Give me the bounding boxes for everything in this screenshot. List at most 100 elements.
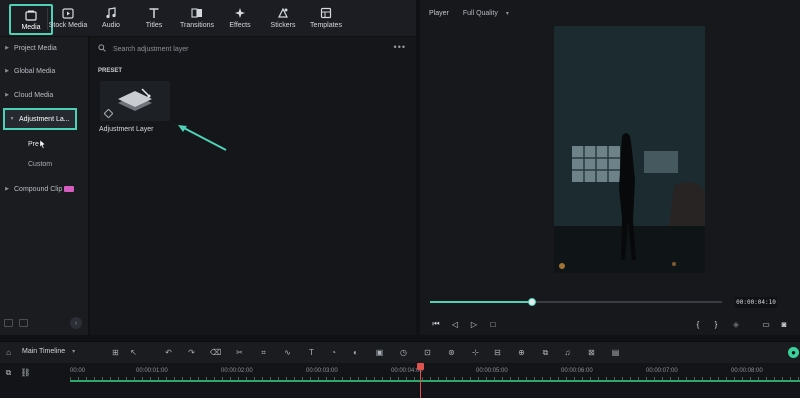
- scissors-icon[interactable]: ✂: [234, 347, 245, 358]
- stabilize-icon[interactable]: ⊛: [446, 347, 457, 358]
- ruler-label: 00:00:08:00: [731, 368, 763, 374]
- link-icon[interactable]: ⛓: [20, 367, 31, 378]
- tab-titles[interactable]: Titles: [132, 4, 176, 34]
- render-status-line: [70, 380, 800, 382]
- media-toolbar: Media Stock Media Audio Titles Transitio…: [0, 0, 416, 37]
- music-note-icon: [105, 7, 117, 19]
- play-reverse-button[interactable]: ◁: [449, 318, 461, 330]
- timeline-name[interactable]: Main Timeline ▾: [22, 348, 75, 355]
- sparkle-icon: [234, 7, 246, 19]
- display-settings-icon[interactable]: ▭: [760, 318, 772, 330]
- screen-icon[interactable]: ▤: [610, 347, 621, 358]
- tab-transitions[interactable]: Transitions: [175, 4, 219, 34]
- mark-out-button[interactable]: }: [710, 318, 722, 330]
- folder-icon[interactable]: [19, 319, 28, 327]
- ruler-label: 00:00: [70, 368, 86, 374]
- caret-right-icon: ▶: [5, 92, 9, 98]
- new-folder-icon[interactable]: [4, 319, 13, 327]
- tab-audio[interactable]: Audio: [89, 4, 133, 34]
- play-button[interactable]: ▷: [468, 318, 480, 330]
- media-content-panel: Search adjustment layer ••• PRESET Adjus…: [90, 37, 416, 335]
- text-icon[interactable]: T: [306, 347, 317, 358]
- ruler-label: 00:00:05:00: [476, 368, 508, 374]
- snapshot-icon[interactable]: ◈: [730, 318, 742, 330]
- tab-templates[interactable]: Templates: [304, 4, 348, 34]
- asset-label: Adjustment Layer: [99, 126, 154, 133]
- tab-stock-media-label: Stock Media: [48, 22, 88, 29]
- crop-icon[interactable]: ⌗: [258, 347, 269, 358]
- stop-button[interactable]: □: [487, 318, 499, 330]
- transitions-icon: [191, 7, 203, 19]
- tab-stickers[interactable]: Stickers: [261, 4, 305, 34]
- video-preview[interactable]: [554, 26, 705, 273]
- timer-icon[interactable]: ◷: [398, 347, 409, 358]
- fx-icon[interactable]: ⊠: [586, 347, 597, 358]
- tab-templates-label: Templates: [310, 22, 342, 29]
- sidebar-item-cloud-media[interactable]: ▶ Cloud Media: [0, 84, 80, 106]
- sidebar-subitem-preset[interactable]: Pre: [28, 139, 47, 149]
- redo-icon[interactable]: ↷: [186, 347, 197, 358]
- sidebar-item-adjustment-layer[interactable]: ▼ Adjustment La...: [3, 108, 77, 130]
- grid-icon[interactable]: ⊞: [110, 347, 121, 358]
- delete-icon[interactable]: ⌫: [210, 347, 221, 358]
- tab-titles-label: Titles: [145, 22, 163, 29]
- collapse-sidebar-button[interactable]: ‹: [70, 317, 82, 329]
- sidebar-item-compound-clip[interactable]: ▶ Compound Clip: [0, 178, 80, 200]
- tab-stock-media[interactable]: Stock Media: [46, 4, 90, 34]
- ruler-label: 00:00:06:00: [561, 368, 593, 374]
- speed-icon[interactable]: ◔: [328, 347, 339, 358]
- sidebar-item-label: Compound Clip: [14, 185, 63, 193]
- sidebar-subitem-custom[interactable]: Custom: [28, 161, 52, 168]
- undo-icon[interactable]: ↶: [163, 347, 174, 358]
- tab-stickers-label: Stickers: [270, 22, 296, 29]
- player-header: Player Full Quality ▾: [420, 0, 800, 26]
- split-icon[interactable]: ⊟: [492, 347, 503, 358]
- tab-audio-label: Audio: [102, 22, 120, 29]
- select-tool-icon[interactable]: ↖: [128, 347, 139, 358]
- ruler-label: 00:00:02:00: [221, 368, 253, 374]
- caret-right-icon: ▶: [5, 45, 9, 51]
- sidebar-item-label: Project Media: [14, 44, 57, 52]
- motion-track-icon[interactable]: ⊡: [422, 347, 433, 358]
- timeline-toolbar: ⌂ Main Timeline ▾ ⊞ ↖ ↶ ↷ ⌫ ✂ ⌗ ∿ T ◔ ◐ …: [0, 341, 800, 363]
- media-icon: [25, 9, 37, 21]
- track-manager-icon[interactable]: ⧉: [3, 367, 14, 378]
- sidebar-item-label: Global Media: [14, 67, 56, 75]
- playhead-handle[interactable]: [417, 363, 424, 370]
- section-label-preset: PRESET: [98, 68, 123, 74]
- player-panel: Player Full Quality ▾ 00:00:04:10 ⏮ ◁ ▷ …: [420, 0, 800, 335]
- quality-dropdown[interactable]: Full Quality ▾: [463, 10, 509, 17]
- adjustment-layer-thumbnail[interactable]: [100, 81, 170, 121]
- text-t-icon: [148, 7, 160, 19]
- color-icon[interactable]: ◐: [350, 347, 361, 358]
- render-toggle-icon[interactable]: ●: [788, 347, 799, 358]
- keyframe-icon[interactable]: ⊹: [470, 347, 481, 358]
- audio-wave-icon[interactable]: ∿: [282, 347, 293, 358]
- stock-media-icon: [62, 7, 74, 19]
- sidebar-item-label: Adjustment La...: [19, 115, 70, 123]
- video-frame: [554, 26, 705, 273]
- more-options-icon[interactable]: •••: [394, 42, 406, 52]
- timecode-display: 00:00:04:10: [735, 297, 777, 308]
- scene-icon[interactable]: ⧉: [540, 347, 551, 358]
- sidebar-item-project-media[interactable]: ▶ Project Media: [0, 37, 80, 59]
- sticker-icon: [277, 7, 289, 19]
- audio-icon[interactable]: ♫: [562, 347, 573, 358]
- chevron-down-icon: ▾: [72, 349, 76, 355]
- mask-icon[interactable]: ▣: [374, 347, 385, 358]
- tab-transitions-label: Transitions: [180, 22, 214, 29]
- mark-in-button[interactable]: {: [692, 318, 704, 330]
- search-icon: [98, 44, 108, 54]
- sidebar-item-global-media[interactable]: ▶ Global Media: [0, 60, 80, 82]
- chevron-down-icon: ▾: [505, 10, 509, 17]
- arrow-annotation-icon: [178, 125, 227, 151]
- ai-icon[interactable]: ⊕: [516, 347, 527, 358]
- progress-knob[interactable]: [528, 298, 537, 306]
- tab-effects[interactable]: Effects: [218, 4, 262, 34]
- home-icon[interactable]: ⌂: [3, 347, 14, 358]
- player-label: Player: [429, 9, 449, 17]
- search-input[interactable]: Search adjustment layer: [98, 41, 398, 57]
- prev-frame-button[interactable]: ⏮: [430, 318, 442, 330]
- playback-progress-bar[interactable]: [430, 298, 722, 306]
- camera-icon[interactable]: ◙: [778, 318, 790, 330]
